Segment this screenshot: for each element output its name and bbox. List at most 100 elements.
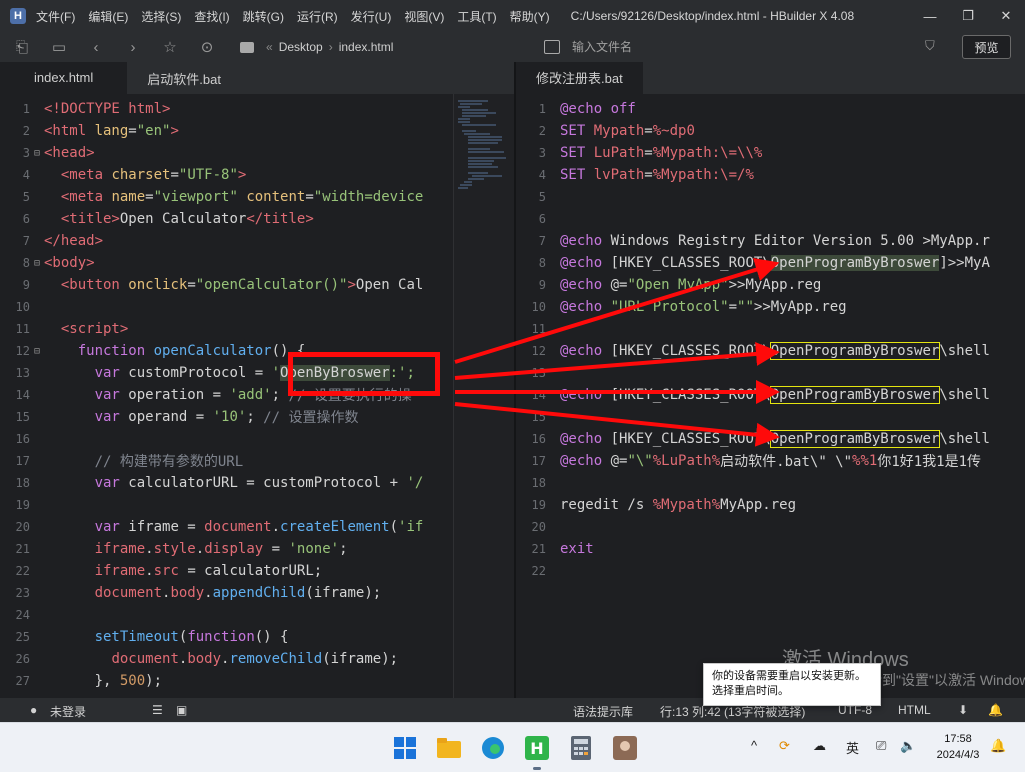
code-line[interactable]: 17 // 构建带有参数的URL bbox=[0, 450, 244, 472]
code-line[interactable]: 12 @echo [HKEY_CLASSES_ROOT\ OpenProgramBy… bbox=[516, 340, 990, 362]
editor-tab[interactable]: index.html bbox=[0, 62, 128, 94]
menu-item[interactable]: 运行(R) bbox=[297, 8, 338, 25]
language-mode[interactable]: HTML bbox=[898, 703, 931, 717]
menu-item[interactable]: 文件(F) bbox=[36, 8, 75, 25]
filter-icon[interactable]: ⛉ bbox=[925, 38, 935, 54]
code-line[interactable]: 1 @echo off bbox=[516, 98, 636, 120]
login-status[interactable]: 未登录 bbox=[50, 703, 86, 720]
update-tray-icon[interactable]: ⟳ bbox=[779, 738, 790, 754]
code-line[interactable]: 21 iframe. style. display = 'none'; bbox=[0, 538, 348, 560]
code-line[interactable]: 10 bbox=[0, 296, 44, 318]
code-line[interactable]: 21 exit bbox=[516, 538, 594, 560]
tray-chevron-icon[interactable]: ^ bbox=[751, 738, 757, 753]
breadcrumb-folder[interactable]: Desktop bbox=[279, 40, 323, 54]
code-line[interactable]: 9 <button onclick = "openCalculator()" > Ope… bbox=[0, 274, 424, 296]
forward-icon[interactable]: › bbox=[118, 32, 148, 62]
menu-item[interactable]: 选择(S) bbox=[141, 8, 181, 25]
code-line[interactable]: 5 bbox=[516, 186, 560, 208]
code-line[interactable]: 8 ⊟ <body> bbox=[0, 252, 95, 274]
code-line[interactable]: 25 setTimeout(function() { bbox=[0, 626, 289, 648]
code-line[interactable]: 15 var operand = '10'; // 设置操作数 bbox=[0, 406, 359, 428]
code-line[interactable]: 17 @echo @= "\" %LuPath% 启动软件.bat\" \" %%1 你1好… bbox=[516, 450, 982, 472]
menu-item[interactable]: 工具(T) bbox=[457, 8, 496, 25]
code-line[interactable]: 6 <title> Open Calculator </title> bbox=[0, 208, 314, 230]
code-line[interactable]: 24 bbox=[0, 604, 44, 626]
code-line[interactable]: 13 bbox=[516, 362, 560, 384]
code-line[interactable]: 22 bbox=[516, 560, 560, 582]
code-line[interactable]: 11 <script> bbox=[0, 318, 129, 340]
code-line[interactable]: 26 document. body. removeChild (iframe); bbox=[0, 648, 399, 670]
code-line[interactable]: 15 bbox=[516, 406, 560, 428]
left-editor[interactable]: 1 <!DOCTYPE html> 2 <html lang = "en" >3 ⊟ <head… bbox=[0, 94, 453, 698]
preview-button[interactable]: 预览 bbox=[962, 35, 1011, 59]
code-line[interactable]: 4 SET lvPath = %Mypath:\=/% bbox=[516, 164, 754, 186]
hbuilder-taskbar-icon[interactable]: H bbox=[521, 732, 553, 770]
terminal-icon[interactable]: ▣ bbox=[176, 703, 187, 717]
code-line[interactable]: 8 @echo [HKEY_CLASSES_ROOT\ OpenProgramByB… bbox=[516, 252, 990, 274]
run-icon[interactable]: ⊙ bbox=[192, 32, 222, 62]
code-line[interactable]: 11 bbox=[516, 318, 560, 340]
code-line[interactable]: 14 @echo [HKEY_CLASSES_ROOT\ OpenProgramBy… bbox=[516, 384, 990, 406]
update-notification[interactable]: 你的设备需要重启以安装更新。 选择重启时间。 bbox=[703, 663, 881, 706]
menu-item[interactable]: 跳转(G) bbox=[243, 8, 284, 25]
editor-tab[interactable]: 修改注册表.bat bbox=[516, 62, 643, 94]
code-line[interactable]: 2 SET Mypath = %~dp0 bbox=[516, 120, 695, 142]
code-line[interactable]: 7 @echo Windows Registry Editor Version 5… bbox=[516, 230, 990, 252]
clock[interactable]: 17:58 2024/4/3 bbox=[930, 731, 986, 763]
file-search-input[interactable] bbox=[572, 40, 950, 54]
code-line[interactable]: 16 bbox=[0, 428, 44, 450]
new-file-icon[interactable]: ⎗ bbox=[7, 32, 37, 62]
code-line[interactable]: 7 </head> bbox=[0, 230, 103, 252]
fold-toggle-icon[interactable]: ⊟ bbox=[30, 346, 44, 357]
user-icon[interactable]: ● bbox=[30, 703, 37, 717]
code-line[interactable]: 18 var calculatorURL = customProtocol + … bbox=[0, 472, 424, 494]
code-line[interactable]: 20 bbox=[516, 516, 560, 538]
code-line[interactable]: 9 @echo @= "Open MyApp" >>MyApp.reg bbox=[516, 274, 822, 296]
code-line[interactable]: 22 iframe. src = calculatorURL; bbox=[0, 560, 323, 582]
menu-item[interactable]: 编辑(E) bbox=[88, 8, 128, 25]
code-line[interactable]: 6 bbox=[516, 208, 560, 230]
edge-icon[interactable] bbox=[477, 732, 509, 764]
back-icon[interactable]: ‹ bbox=[81, 32, 111, 62]
list-icon[interactable]: ☰ bbox=[152, 703, 163, 717]
right-editor[interactable]: 1 @echo off 2 SET Mypath = %~dp0 3 SET LuPath =%… bbox=[516, 94, 1025, 698]
menu-item[interactable]: 查找(I) bbox=[194, 8, 229, 25]
download-icon[interactable]: ⬇ bbox=[958, 703, 968, 717]
code-line[interactable]: 27 }, 500); bbox=[0, 670, 162, 692]
minimap[interactable] bbox=[453, 94, 514, 698]
code-line[interactable]: 20 var iframe = document. createElement('… bbox=[0, 516, 424, 538]
code-line[interactable]: 3 SET LuPath = %Mypath:\=\\% bbox=[516, 142, 763, 164]
calculator-icon[interactable] bbox=[565, 732, 597, 764]
onedrive-icon[interactable]: ☁ bbox=[813, 738, 826, 754]
code-line[interactable]: 3 ⊟ <head> bbox=[0, 142, 95, 164]
fold-toggle-icon[interactable]: ⊟ bbox=[30, 258, 44, 269]
code-line[interactable]: 12 ⊟ function openCalculator() { bbox=[0, 340, 306, 362]
photo-app-icon[interactable] bbox=[609, 732, 641, 764]
menu-item[interactable]: 帮助(Y) bbox=[510, 8, 550, 25]
code-line[interactable]: 18 bbox=[516, 472, 560, 494]
code-line[interactable]: 19 regedit /s %Mypath% MyApp.reg bbox=[516, 494, 796, 516]
bell-icon[interactable]: 🔔 bbox=[988, 703, 1003, 717]
code-line[interactable]: 16 @echo [HKEY_CLASSES_ROOT\ OpenProgramBy… bbox=[516, 428, 990, 450]
ime-indicator[interactable]: 英 bbox=[846, 738, 859, 757]
code-line[interactable]: 5 <meta name = "viewport" content = "width=d… bbox=[0, 186, 424, 208]
code-line[interactable]: 1 <!DOCTYPE html> bbox=[0, 98, 171, 120]
close-icon[interactable]: ✕ bbox=[987, 0, 1025, 32]
code-line[interactable]: 19 bbox=[0, 494, 44, 516]
save-icon[interactable]: ▭ bbox=[44, 32, 74, 62]
network-icon[interactable]: ⎚ bbox=[876, 738, 886, 754]
volume-icon[interactable]: 🔈 bbox=[900, 738, 916, 754]
syntax-hint[interactable]: 语法提示库 bbox=[573, 703, 633, 720]
restore-icon[interactable]: ❐ bbox=[949, 0, 987, 32]
minimize-icon[interactable]: — bbox=[911, 0, 949, 32]
file-explorer-icon[interactable] bbox=[433, 732, 465, 764]
notification-bell-icon[interactable]: 🔔 bbox=[990, 738, 1006, 754]
code-line[interactable]: 10 @echo "URL Protocol" = "" >>MyApp.reg bbox=[516, 296, 847, 318]
fold-toggle-icon[interactable]: ⊟ bbox=[30, 148, 44, 159]
start-icon[interactable] bbox=[389, 732, 421, 764]
code-line[interactable]: 4 <meta charset = "UTF-8" > bbox=[0, 164, 247, 186]
menu-item[interactable]: 发行(U) bbox=[351, 8, 392, 25]
code-line[interactable]: 2 <html lang = "en" > bbox=[0, 120, 179, 142]
code-line[interactable]: 23 document. body. appendChild (iframe); bbox=[0, 582, 382, 604]
editor-tab[interactable]: 启动软件.bat bbox=[127, 62, 241, 94]
